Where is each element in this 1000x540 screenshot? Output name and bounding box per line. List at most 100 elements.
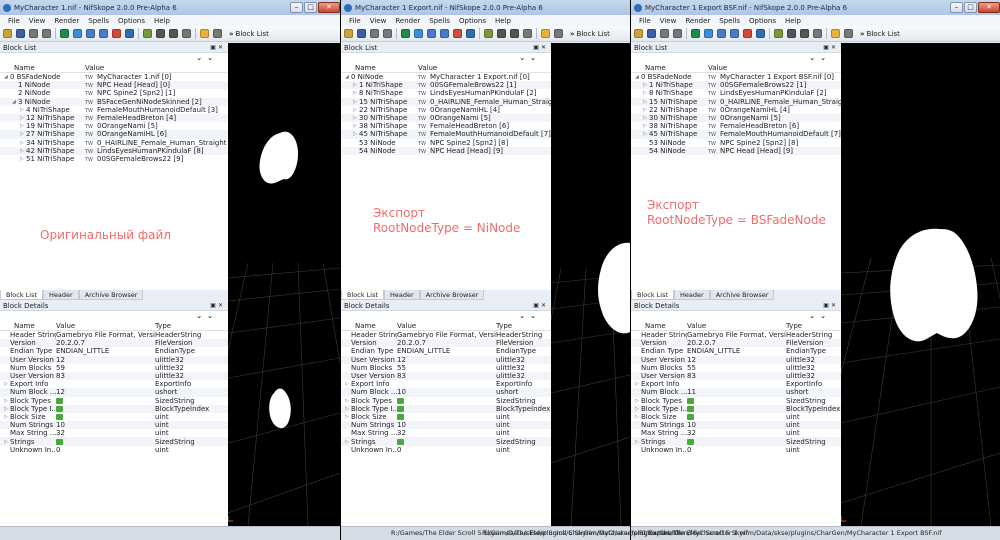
menu-options[interactable]: Options	[459, 17, 486, 25]
detail-value-cell[interactable]: 83	[397, 372, 496, 380]
toolbar-tool-icon[interactable]	[182, 29, 191, 38]
block-details-row[interactable]: Num Strings 10 uint	[631, 421, 841, 430]
toolbar-tool-icon[interactable]	[497, 29, 506, 38]
block-details-row[interactable]: ▷ Strings SizedString	[0, 437, 228, 446]
toolbar-tool-icon[interactable]	[704, 29, 713, 38]
toolbar-block-list-label[interactable]: Block List	[867, 30, 900, 38]
minimize-icon[interactable]: –	[290, 2, 303, 13]
block-list-row[interactable]: ▷ 12 NiTriShape TW FemaleHeadBreton [4]	[0, 113, 228, 123]
block-list-row[interactable]: 54 NiNode TW NPC Head [Head] [9]	[631, 146, 841, 155]
block-details-row[interactable]: Num Strings 10 uint	[0, 421, 228, 430]
menu-render[interactable]: Render	[395, 17, 420, 25]
detail-value-cell[interactable]: 12	[397, 356, 496, 364]
detail-value-cell[interactable]: 20.2.0.7	[397, 339, 496, 347]
toolbar-overflow-icon[interactable]: »	[570, 30, 575, 38]
maximize-icon[interactable]: □	[304, 2, 317, 13]
toolbar-tool-icon[interactable]	[730, 29, 739, 38]
tab-block-list[interactable]: Block List	[631, 290, 675, 300]
block-details-row[interactable]: Header String Gamebryo File Format, Versi…	[341, 331, 551, 339]
col-name[interactable]: Name	[0, 64, 85, 72]
toolbar-tool-icon[interactable]	[357, 29, 366, 38]
detail-value-cell[interactable]: 32	[397, 429, 496, 437]
detail-value-cell[interactable]	[687, 438, 786, 446]
block-details-row[interactable]: ▷ Block Size uint	[631, 413, 841, 421]
detail-value-cell[interactable]: ENDIAN_LITTLE	[687, 347, 786, 355]
block-details-row[interactable]: Unknown In... 0 uint	[631, 446, 841, 454]
detail-value-cell[interactable]: 0	[397, 446, 496, 454]
toolbar-tool-icon[interactable]	[647, 29, 656, 38]
collapse-expand-icon[interactable]: ⌄⌄	[0, 311, 228, 321]
block-details-row[interactable]: ▷ Block Types SizedString	[341, 397, 551, 405]
detail-value-cell[interactable]: 32	[56, 429, 155, 437]
tab-header[interactable]: Header	[43, 290, 79, 300]
detail-value-cell[interactable]: Gamebryo File Format, Version 2...	[56, 331, 155, 339]
collapse-expand-icon[interactable]: ⌄⌄	[631, 53, 841, 63]
col-value[interactable]: Value	[397, 322, 496, 330]
detail-value-cell[interactable]: 20.2.0.7	[687, 339, 786, 347]
menu-file[interactable]: File	[8, 17, 20, 25]
block-details-row[interactable]: Header String Gamebryo File Format, Versi…	[0, 331, 228, 339]
block-details-row[interactable]: Num Block ... 10 ushort	[341, 388, 551, 397]
tab-header[interactable]: Header	[384, 290, 420, 300]
toolbar-tool-icon[interactable]	[73, 29, 82, 38]
render-viewport[interactable]	[551, 43, 630, 526]
menu-help[interactable]: Help	[785, 17, 801, 25]
col-value[interactable]: Value	[708, 64, 841, 72]
detail-value-cell[interactable]: 12	[56, 388, 155, 396]
block-list-row[interactable]: ▷ 8 NiTriShape TW LindsEyesHumanPKindulaF […	[341, 89, 551, 97]
toolbar-tool-icon[interactable]	[691, 29, 700, 38]
block-details-row[interactable]: Num Blocks 55 ulittle32	[341, 364, 551, 372]
toolbar-tool-icon[interactable]	[344, 29, 353, 38]
detail-value-cell[interactable]	[687, 413, 786, 421]
col-name[interactable]: Name	[341, 322, 397, 330]
block-list-row[interactable]: ▷ 45 NiTriShape TW FemaleMouthHumanoidDefau…	[341, 130, 551, 139]
menu-help[interactable]: Help	[495, 17, 511, 25]
detail-value-cell[interactable]: 83	[687, 372, 786, 380]
block-details-row[interactable]: User Version 2 83 ulittle32	[631, 371, 841, 381]
block-details-row[interactable]: User Version 2 83 ulittle32	[341, 371, 551, 381]
block-details-row[interactable]: Version 20.2.0.7 FileVersion	[341, 339, 551, 348]
block-list-row[interactable]: ◢ 3 NiNode TW BSFaceGenNiNodeSkinned [2]	[0, 97, 228, 106]
detail-value-cell[interactable]: 12	[56, 356, 155, 364]
block-list-row[interactable]: ▷ 8 NiTriShape TW LindsEyesHumanPKindulaF […	[631, 89, 841, 97]
toolbar-tool-icon[interactable]	[484, 29, 493, 38]
block-list-row[interactable]: 53 NiNode TW NPC Spine2 [Spn2] [8]	[341, 139, 551, 147]
dock-float-close-icon[interactable]: ▣✕	[533, 302, 548, 309]
toolbar-tool-icon[interactable]	[143, 29, 152, 38]
detail-value-cell[interactable]	[56, 397, 155, 405]
close-icon[interactable]: ✕	[318, 2, 340, 13]
detail-value-cell[interactable]	[397, 405, 496, 413]
block-details-row[interactable]: Unknown In... 0 uint	[0, 446, 228, 454]
toolbar-tool-icon[interactable]	[717, 29, 726, 38]
col-type[interactable]: Type	[786, 322, 841, 330]
toolbar-tool-icon[interactable]	[774, 29, 783, 38]
toolbar-tool-icon[interactable]	[370, 29, 379, 38]
detail-value-cell[interactable]: Gamebryo File Format, Version 2...	[687, 331, 786, 339]
toolbar-tool-icon[interactable]	[427, 29, 436, 38]
block-details-row[interactable]: Num Blocks 59 ulittle32	[0, 364, 228, 372]
block-details-row[interactable]: Max String ... 32 uint	[631, 429, 841, 437]
block-details-row[interactable]: Version 20.2.0.7 FileVersion	[631, 339, 841, 348]
block-details-row[interactable]: Num Block ... 12 ushort	[0, 388, 228, 397]
block-details-row[interactable]: Version 20.2.0.7 FileVersion	[0, 339, 228, 348]
block-list-row[interactable]: ▷ 22 NiTriShape TW 0OrangeNamiHL [4]	[631, 106, 841, 114]
block-list-row[interactable]: ▷ 30 NiTriShape TW 0OrangeNami [5]	[341, 113, 551, 123]
col-value[interactable]: Value	[85, 64, 228, 72]
toolbar-tool-icon[interactable]	[466, 29, 475, 38]
menu-render[interactable]: Render	[54, 17, 79, 25]
detail-value-cell[interactable]: 10	[397, 388, 496, 396]
detail-value-cell[interactable]: 55	[687, 364, 786, 372]
dock-float-close-icon[interactable]: ▣✕	[210, 44, 225, 51]
tab-archive-browser[interactable]: Archive Browser	[709, 290, 775, 300]
toolbar-tool-icon[interactable]	[29, 29, 38, 38]
col-value[interactable]: Value	[418, 64, 551, 72]
minimize-icon[interactable]: –	[950, 2, 963, 13]
block-details-row[interactable]: ▷ Block Type I... BlockTypeIndex	[631, 404, 841, 413]
toolbar-tool-icon[interactable]	[16, 29, 25, 38]
toolbar-tool-icon[interactable]	[125, 29, 134, 38]
toolbar-overflow-icon[interactable]: »	[229, 30, 234, 38]
block-details-row[interactable]: ▷ Block Type I... BlockTypeIndex	[0, 404, 228, 413]
maximize-icon[interactable]: □	[964, 2, 977, 13]
menu-options[interactable]: Options	[749, 17, 776, 25]
block-details-row[interactable]: Num Strings 10 uint	[341, 421, 551, 430]
